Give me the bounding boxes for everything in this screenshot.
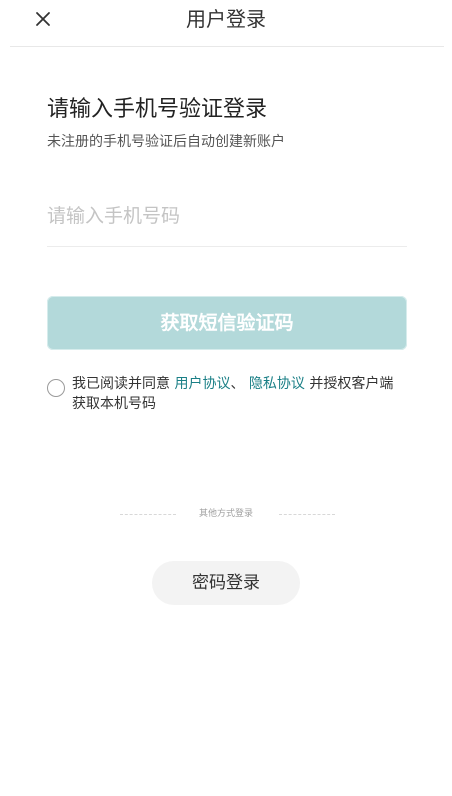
- header-bar: 用户登录: [0, 0, 452, 46]
- other-login-label: 其他方式登录: [198, 509, 253, 519]
- login-subheading: 未注册的手机号验证后自动创建新账户: [47, 134, 285, 150]
- agreement-checkbox[interactable]: [47, 379, 65, 397]
- page-title: 用户登录: [186, 7, 266, 31]
- agreement-separator: 、: [230, 376, 249, 392]
- get-sms-code-button[interactable]: 获取短信验证码: [47, 296, 407, 350]
- other-login-divider: 其他方式登录: [0, 506, 452, 522]
- divider-line-right: [279, 514, 335, 515]
- password-login-button[interactable]: 密码登录: [152, 561, 300, 605]
- login-heading: 请输入手机号验证登录: [47, 97, 268, 122]
- input-divider: [47, 246, 407, 247]
- user-agreement-link[interactable]: 用户协议: [174, 376, 230, 392]
- phone-number-input[interactable]: [47, 196, 407, 236]
- privacy-agreement-link[interactable]: 隐私协议: [249, 376, 305, 392]
- header-divider: [10, 46, 444, 47]
- agreement-prefix: 我已阅读并同意: [72, 376, 175, 392]
- agreement-text: 我已阅读并同意 用户协议、 隐私协议 并授权客户端获取本机号码: [72, 374, 402, 414]
